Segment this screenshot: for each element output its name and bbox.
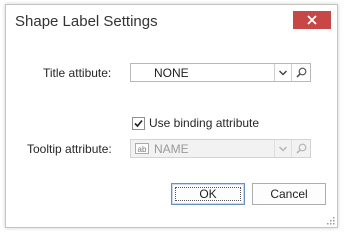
chevron-down-icon — [279, 69, 287, 76]
focus-rectangle — [175, 187, 241, 201]
tooltip-attribute-label: Tooltip attribute: — [27, 142, 112, 156]
title-attribute-combo[interactable]: NONE — [130, 63, 311, 82]
dialog-title: Shape Label Settings — [15, 13, 158, 30]
resize-grip-icon[interactable] — [327, 217, 335, 225]
chevron-down-icon — [279, 145, 287, 152]
ab-icon: ab — [135, 143, 149, 154]
use-binding-attribute-label: Use binding attribute — [149, 116, 260, 130]
checkmark-icon — [134, 119, 143, 127]
use-binding-attribute-checkbox-row[interactable]: Use binding attribute — [132, 116, 259, 130]
cancel-button-label: Cancel — [270, 187, 308, 201]
shape-label-settings-dialog: Shape Label Settings Title attibute: NON… — [5, 4, 338, 228]
close-icon — [307, 15, 317, 25]
tooltip-attribute-dropdown-button[interactable] — [274, 140, 291, 157]
search-icon — [295, 143, 306, 154]
title-attribute-search-button[interactable] — [291, 64, 310, 81]
tooltip-attribute-combo[interactable]: ab NAME — [130, 139, 311, 158]
close-button[interactable] — [293, 11, 331, 29]
search-icon — [295, 67, 306, 78]
ok-button[interactable]: OK — [171, 183, 245, 205]
title-attribute-dropdown-button[interactable] — [274, 64, 291, 81]
tooltip-attribute-search-button[interactable] — [291, 140, 310, 157]
use-binding-attribute-checkbox[interactable] — [132, 116, 145, 130]
tooltip-attribute-value: NAME — [154, 142, 189, 156]
cancel-button[interactable]: Cancel — [252, 183, 326, 205]
title-attribute-value: NONE — [154, 66, 189, 80]
title-bar: Shape Label Settings — [6, 5, 337, 35]
title-attribute-label: Title attibute: — [43, 66, 112, 80]
